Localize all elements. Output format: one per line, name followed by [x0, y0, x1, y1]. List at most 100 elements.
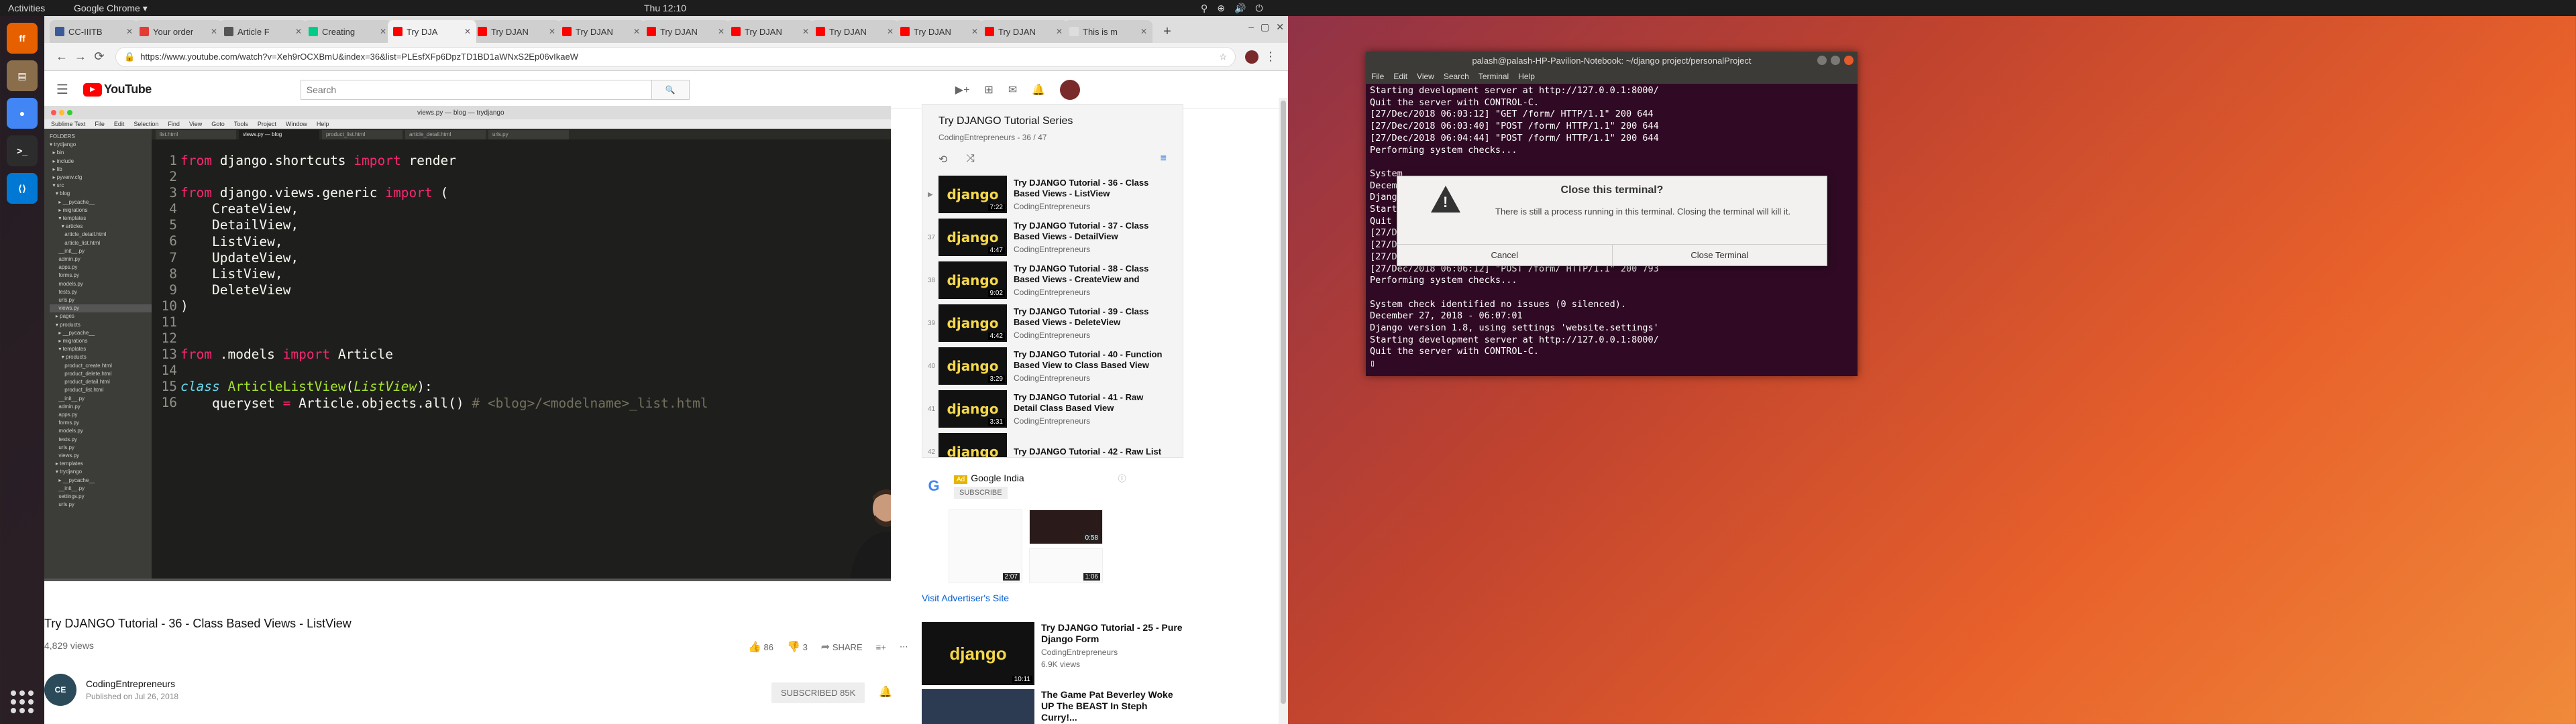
- power-icon[interactable]: ⏻: [1255, 3, 1263, 14]
- tab-close-icon[interactable]: ✕: [971, 27, 978, 36]
- playlist-item[interactable]: ▶ django 7:22 Try DJANGO Tutorial - 36 - Cl…: [922, 173, 1183, 216]
- tab-close-icon[interactable]: ✕: [464, 27, 471, 36]
- browser-tab[interactable]: Try DJAN ✕: [895, 20, 983, 43]
- video-progress-bar[interactable]: [44, 579, 891, 581]
- playlist-item[interactable]: 42 django Try DJANGO Tutorial - 42 - Raw L…: [922, 430, 1183, 457]
- tab-close-icon[interactable]: ✕: [718, 27, 724, 36]
- tab-close-icon[interactable]: ✕: [633, 27, 640, 36]
- network-icon[interactable]: ⊕: [1217, 3, 1225, 14]
- recommended-video[interactable]: The Game Pat Beverley Woke UP The BEAST …: [922, 689, 1183, 724]
- close-terminal-button[interactable]: Close Terminal: [1611, 245, 1827, 265]
- ad-info-icon[interactable]: ⓘ: [1118, 474, 1126, 483]
- tab-close-icon[interactable]: ✕: [549, 27, 555, 36]
- playlist-thumbnail[interactable]: django 4:47: [938, 219, 1007, 256]
- notifications-bell-icon[interactable]: 🔔: [1032, 83, 1045, 97]
- system-tray[interactable]: ⚲ ⊕ 🔊 ⏻: [1201, 3, 1263, 14]
- notification-bell-icon[interactable]: 🔔: [879, 685, 892, 699]
- account-avatar[interactable]: [1060, 79, 1081, 100]
- activities-button[interactable]: Activities: [8, 3, 45, 13]
- video-player[interactable]: views.py — blog — trydjango Sublime Text…: [44, 106, 891, 581]
- ad-subscribe-button[interactable]: SUBSCRIBE: [954, 487, 1008, 499]
- minimize-icon[interactable]: –: [1248, 21, 1254, 33]
- playlist-thumbnail[interactable]: django 3:29: [938, 347, 1007, 385]
- terminal-menu-item[interactable]: Terminal: [1479, 72, 1509, 81]
- playlist-thumbnail[interactable]: django 4:42: [938, 304, 1007, 342]
- volume-icon[interactable]: 🔊: [1234, 3, 1246, 14]
- tab-close-icon[interactable]: ✕: [211, 27, 217, 36]
- tab-close-icon[interactable]: ✕: [380, 27, 386, 36]
- ad-thumbnail[interactable]: 2:07: [949, 509, 1022, 583]
- save-playlist-icon[interactable]: ≡+: [876, 642, 886, 652]
- terminal-menu-item[interactable]: Help: [1518, 72, 1535, 81]
- search-button[interactable]: 🔍: [651, 80, 689, 99]
- terminal-menu-item[interactable]: Search: [1444, 72, 1469, 81]
- show-applications-icon[interactable]: [7, 686, 38, 717]
- visit-advertiser-link[interactable]: Visit Advertiser's Site: [922, 593, 1183, 603]
- channel-avatar[interactable]: CE: [44, 674, 76, 706]
- close-icon[interactable]: ✕: [1276, 21, 1284, 33]
- recommended-video[interactable]: django 10:11 Try DJANGO Tutorial - 25 - Pu…: [922, 622, 1183, 685]
- browser-tab[interactable]: This is m ✕: [1064, 20, 1152, 43]
- url-text[interactable]: https://www.youtube.com/watch?v=Xeh9rOCX…: [140, 52, 578, 62]
- browser-tab[interactable]: Try DJAN ✕: [979, 20, 1068, 43]
- browser-tab[interactable]: Your order ✕: [134, 20, 223, 43]
- minimize-icon[interactable]: [1817, 56, 1827, 65]
- browser-tab[interactable]: Article F ✕: [219, 20, 307, 43]
- advertiser-name[interactable]: Google India: [971, 473, 1024, 483]
- dock-files-icon[interactable]: ▤: [7, 60, 38, 91]
- playlist-thumbnail[interactable]: django: [938, 433, 1007, 457]
- address-bar[interactable]: 🔒 https://www.youtube.com/watch?v=Xeh9rOC…: [115, 46, 1236, 67]
- back-icon[interactable]: ←: [52, 48, 71, 66]
- like-button[interactable]: 👍 86: [748, 640, 773, 654]
- playlist-thumbnail[interactable]: django 3:31: [938, 390, 1007, 428]
- playlist-thumbnail[interactable]: django 7:22: [938, 176, 1007, 213]
- loop-icon[interactable]: ⟲: [938, 153, 947, 166]
- playlist-title[interactable]: Try DJANGO Tutorial Series: [938, 115, 1172, 127]
- playlist-item[interactable]: 39 django 4:42 Try DJANGO Tutorial - 39 - C…: [922, 302, 1183, 345]
- hamburger-menu-icon[interactable]: ☰: [56, 81, 68, 98]
- profile-icon[interactable]: [1242, 48, 1261, 66]
- forward-icon[interactable]: →: [71, 48, 90, 66]
- terminal-menu-item[interactable]: Edit: [1393, 72, 1407, 81]
- app-menu[interactable]: Google Chrome ▾: [74, 3, 148, 14]
- playlist-menu-icon[interactable]: ≡: [1161, 153, 1167, 166]
- browser-tab[interactable]: Try DJAN ✕: [472, 20, 561, 43]
- reload-icon[interactable]: ⟳: [90, 48, 109, 66]
- channel-name[interactable]: CodingEntrepreneurs: [86, 678, 178, 689]
- tab-close-icon[interactable]: ✕: [295, 27, 302, 36]
- browser-tab[interactable]: Try DJAN ✕: [641, 20, 730, 43]
- dock-vscode-icon[interactable]: ⟨⟩: [7, 173, 38, 204]
- bookmark-star-icon[interactable]: ☆: [1219, 52, 1227, 62]
- cancel-button[interactable]: Cancel: [1397, 245, 1612, 265]
- close-icon[interactable]: [1844, 56, 1854, 65]
- ad-thumbnail[interactable]: 1:06: [1029, 548, 1103, 583]
- playlist-item[interactable]: 38 django 9:02 Try DJANGO Tutorial - 38 - C…: [922, 259, 1183, 302]
- dock-chrome-icon[interactable]: ●: [7, 98, 38, 129]
- rec-thumbnail[interactable]: [922, 689, 1034, 724]
- new-tab-button[interactable]: +: [1158, 22, 1177, 41]
- playlist-item[interactable]: 37 django 4:47 Try DJANGO Tutorial - 37 - C…: [922, 216, 1183, 259]
- playlist-item[interactable]: 41 django 3:31 Try DJANGO Tutorial - 41 - R…: [922, 387, 1183, 430]
- playlist-item[interactable]: 40 django 3:29 Try DJANGO Tutorial - 40 - F…: [922, 345, 1183, 387]
- browser-tab[interactable]: Try DJA ✕: [388, 20, 476, 43]
- accessibility-icon[interactable]: ⚲: [1201, 3, 1208, 14]
- subscribed-button[interactable]: SUBSCRIBED 85K: [771, 682, 865, 703]
- maximize-icon[interactable]: [1831, 56, 1840, 65]
- shuffle-icon[interactable]: ⤨: [966, 153, 975, 166]
- rec-thumbnail[interactable]: django 10:11: [922, 622, 1034, 685]
- youtube-logo[interactable]: ▶ YouTube: [83, 82, 152, 97]
- messages-icon[interactable]: ✉: [1008, 83, 1017, 97]
- ad-thumbnail[interactable]: 0:58: [1029, 509, 1103, 544]
- tab-close-icon[interactable]: ✕: [802, 27, 809, 36]
- playlist-thumbnail[interactable]: django 9:02: [938, 261, 1007, 299]
- browser-tab[interactable]: Creating ✕: [303, 20, 392, 43]
- browser-tab[interactable]: Try DJAN ✕: [810, 20, 899, 43]
- more-actions-icon[interactable]: ⋯: [900, 642, 908, 652]
- browser-tab[interactable]: Try DJAN ✕: [726, 20, 814, 43]
- tab-close-icon[interactable]: ✕: [126, 27, 133, 36]
- tab-close-icon[interactable]: ✕: [1056, 27, 1063, 36]
- create-video-icon[interactable]: ▶+: [955, 83, 970, 97]
- browser-tab[interactable]: CC-IIITB ✕: [50, 20, 138, 43]
- tab-close-icon[interactable]: ✕: [887, 27, 894, 36]
- page-scrollbar[interactable]: [1279, 98, 1288, 724]
